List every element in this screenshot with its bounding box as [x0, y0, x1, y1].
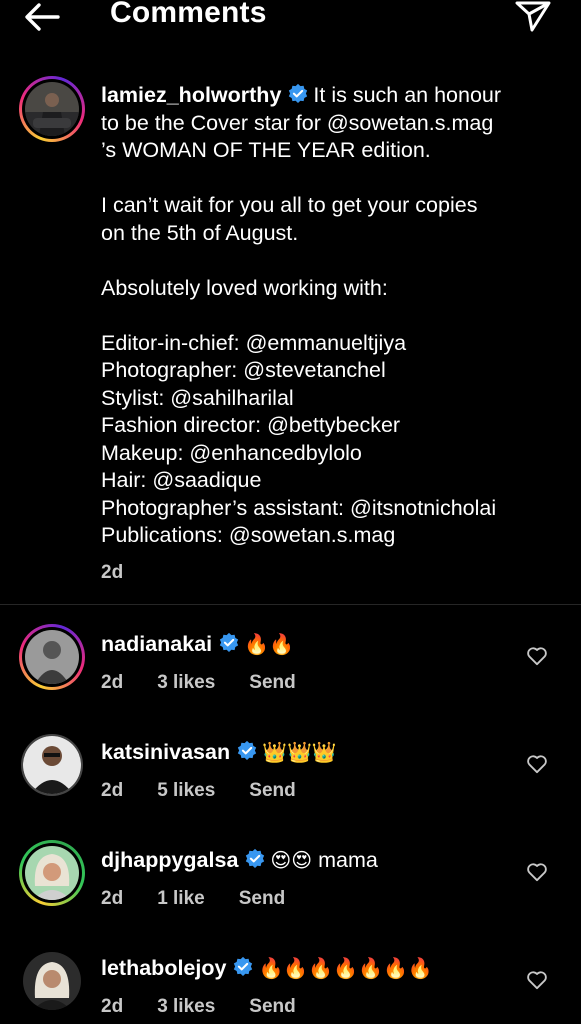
caption-line: Fashion director: @bettybecker [101, 413, 401, 437]
comment-username[interactable]: djhappygalsa [101, 848, 238, 872]
comment-username[interactable]: katsinivasan [101, 740, 230, 764]
commenter-avatar[interactable] [19, 840, 85, 906]
share-button[interactable] [514, 0, 552, 32]
comment-emoji: 😍😍 [270, 848, 313, 872]
commenter-avatar[interactable] [23, 952, 81, 1010]
comment-emoji: 👑👑👑 [262, 740, 337, 764]
commenter-avatar-image [25, 846, 79, 900]
caption-line: on the 5th of August. [101, 220, 299, 245]
like-comment-button[interactable] [526, 754, 548, 774]
caption-line: Stylist: @sahilharilal [101, 385, 294, 410]
heart-outline-icon [527, 755, 547, 774]
comment-likes-button[interactable]: 3 likes [157, 672, 215, 693]
author-username[interactable]: lamiez_holworthy [101, 83, 281, 107]
header: Comments [0, 0, 581, 34]
comment-time: 2d [101, 888, 124, 909]
comment-time: 2d [101, 996, 124, 1017]
commenter-avatar-image [25, 630, 79, 684]
like-comment-button[interactable] [526, 862, 548, 882]
comment-header: lethabolejoy 🔥🔥🔥🔥🔥🔥🔥 [101, 956, 433, 981]
comment-item: nadianakai 🔥🔥 2d 3 likes Send [0, 624, 581, 732]
page-title: Comments [110, 0, 267, 29]
comment-meta: 2d 3 likes Send [101, 996, 330, 1018]
comment-send-button[interactable]: Send [249, 672, 295, 693]
comment-emoji: 🔥🔥🔥🔥🔥🔥🔥 [258, 956, 433, 980]
caption-timestamp: 2d [101, 562, 124, 583]
caption-body: lamiez_holworthy It is such an honour to … [101, 82, 541, 550]
comment-send-button[interactable]: Send [249, 996, 295, 1017]
caption-line [101, 165, 541, 193]
comment-item: lethabolejoy 🔥🔥🔥🔥🔥🔥🔥 2d 3 likes Send [0, 952, 581, 1024]
commenter-avatar-image [23, 736, 81, 794]
divider [0, 604, 581, 605]
verified-badge-icon [219, 632, 239, 652]
comment-send-button[interactable]: Send [249, 780, 295, 801]
comment-meta: 2d 5 likes Send [101, 780, 330, 802]
comment-username[interactable]: lethabolejoy [101, 956, 226, 980]
caption-line: It is such an honour [313, 83, 502, 107]
caption-line: Photographer: @stevetanchel [101, 358, 386, 382]
paper-plane-icon [515, 1, 551, 32]
caption-line: Absolutely loved working with: [101, 275, 388, 300]
verified-badge-icon [237, 740, 257, 760]
comment-meta: 2d 3 likes Send [101, 672, 330, 694]
verified-badge-icon [289, 83, 308, 103]
heart-outline-icon [527, 971, 547, 990]
comment-likes-button[interactable]: 1 like [157, 888, 205, 909]
comment-time: 2d [101, 672, 124, 693]
comment-header: djhappygalsa 😍😍 mama [101, 848, 378, 873]
back-button[interactable] [22, 2, 62, 32]
author-avatar-image [25, 82, 79, 136]
caption-line: Photographer’s assistant: @itsnotnichola… [101, 495, 497, 520]
like-comment-button[interactable] [526, 646, 548, 666]
comment-item: katsinivasan 👑👑👑 2d 5 likes Send [0, 734, 581, 840]
arrow-left-icon [25, 3, 60, 31]
comment-text: mama [318, 848, 378, 872]
comment-send-button[interactable]: Send [239, 888, 285, 909]
caption-line: Editor-in-chief: @emmanueltjiya [101, 330, 407, 355]
author-avatar[interactable] [19, 76, 85, 142]
verified-badge-icon [246, 848, 265, 868]
verified-badge-icon [234, 956, 253, 976]
caption-line: Hair: @saadique [101, 468, 262, 492]
comment-likes-button[interactable]: 5 likes [157, 780, 215, 801]
caption-line [101, 247, 541, 275]
like-comment-button[interactable] [526, 970, 548, 990]
comment-username[interactable]: nadianakai [101, 632, 212, 656]
commenter-avatar[interactable] [19, 624, 85, 690]
caption-line: Makeup: @enhancedbylolo [101, 440, 362, 465]
comment-item: djhappygalsa 😍😍 mama 2d 1 like Send [0, 840, 581, 948]
caption-line: to be the Cover star for @sowetan.s.mag [101, 110, 494, 135]
caption-line [101, 302, 541, 330]
comment-meta: 2d 1 like Send [101, 888, 319, 910]
heart-outline-icon [527, 863, 547, 882]
commenter-avatar-image [23, 952, 81, 1010]
comment-header: katsinivasan 👑👑👑 [101, 740, 337, 765]
comment-likes-button[interactable]: 3 likes [157, 996, 215, 1017]
commenter-avatar[interactable] [21, 734, 83, 796]
caption-line: ’s WOMAN OF THE YEAR edition. [101, 138, 431, 162]
comment-emoji: 🔥🔥 [244, 632, 294, 656]
caption-line: Publications: @sowetan.s.mag [101, 523, 396, 547]
comment-time: 2d [101, 780, 124, 801]
caption-line: I can’t wait for you all to get your cop… [101, 193, 478, 217]
heart-outline-icon [527, 647, 547, 666]
comment-header: nadianakai 🔥🔥 [101, 632, 294, 657]
